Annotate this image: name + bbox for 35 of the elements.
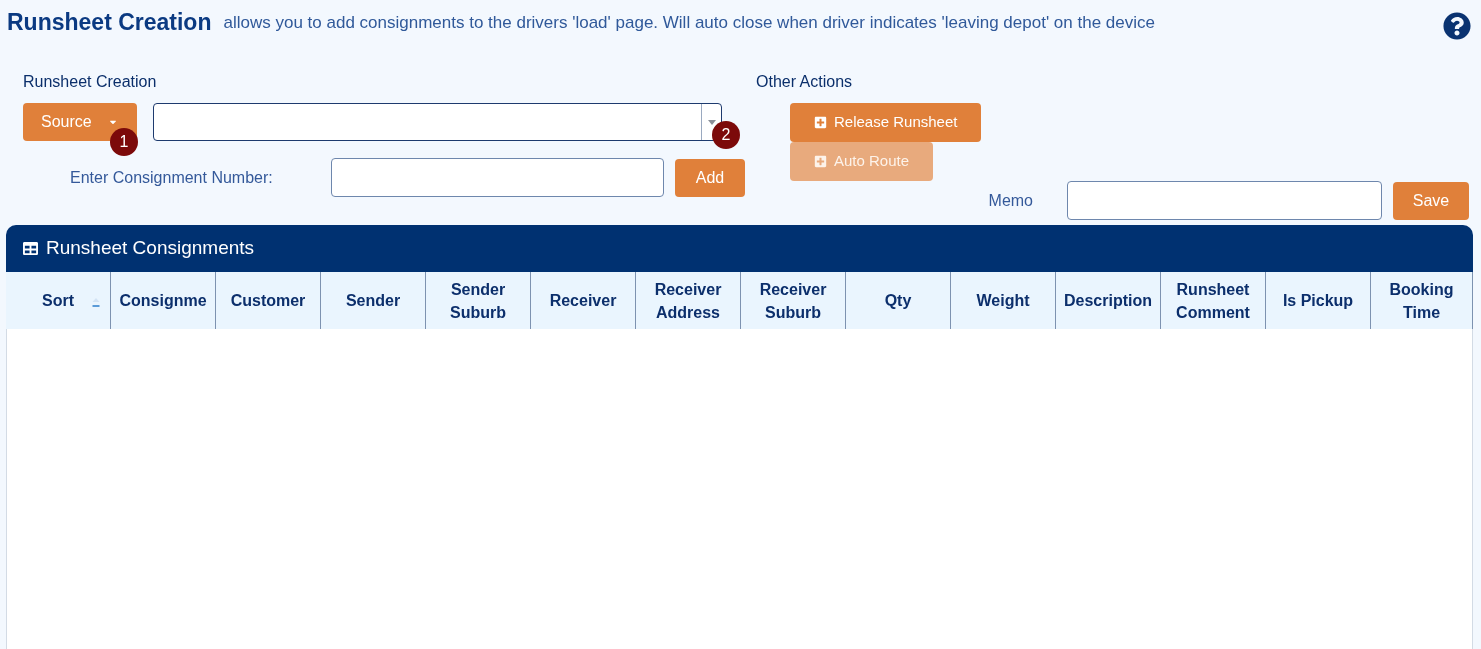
column-header: Booking Time [1371,272,1473,329]
column-header: Receiver [531,272,636,329]
column-header: Weight [951,272,1056,329]
page-title: Runsheet Creation [7,10,212,34]
memo-input[interactable] [1067,181,1382,220]
sort-icon [92,297,100,309]
plus-icon [814,116,827,129]
column-header: Receiver Suburb [741,272,846,329]
memo-label: Memo [988,190,1033,211]
column-header: Consignme [111,272,216,329]
step-marker: 1 [110,128,138,156]
section-heading: Runsheet Creation [23,72,157,92]
action-button[interactable]: Release Runsheet [790,103,982,142]
add-button[interactable]: Add [675,158,745,197]
step-marker: 2 [712,121,740,149]
column-header: Customer [216,272,321,329]
plus-icon [814,155,827,168]
column-header: Sender Suburb [426,272,531,329]
column-header: Qty [846,272,951,329]
column-header: Description [1056,272,1161,329]
page-description: allows you to add consignments to the drivers 'load' page. Will auto close when driver indicates 'leaving depot' on the device [223,12,1155,35]
column-header: Receiver Address [636,272,741,329]
consignment-number-label: Enter Consignment Number: [70,167,273,188]
save-button[interactable]: Save [1393,181,1469,220]
caret-icon [707,119,716,125]
panel-title: Runsheet Consignments [46,236,255,261]
column-header: Sender [321,272,426,329]
source-select[interactable] [153,103,722,141]
help-icon[interactable] [1443,12,1471,40]
section-heading: Other Actions [756,72,853,92]
column-header[interactable]: Sort [6,272,111,329]
column-header: Is Pickup [1266,272,1371,329]
table-icon [22,241,39,256]
consignment-number-input[interactable] [331,158,664,197]
column-header: Runsheet Comment [1161,272,1266,329]
